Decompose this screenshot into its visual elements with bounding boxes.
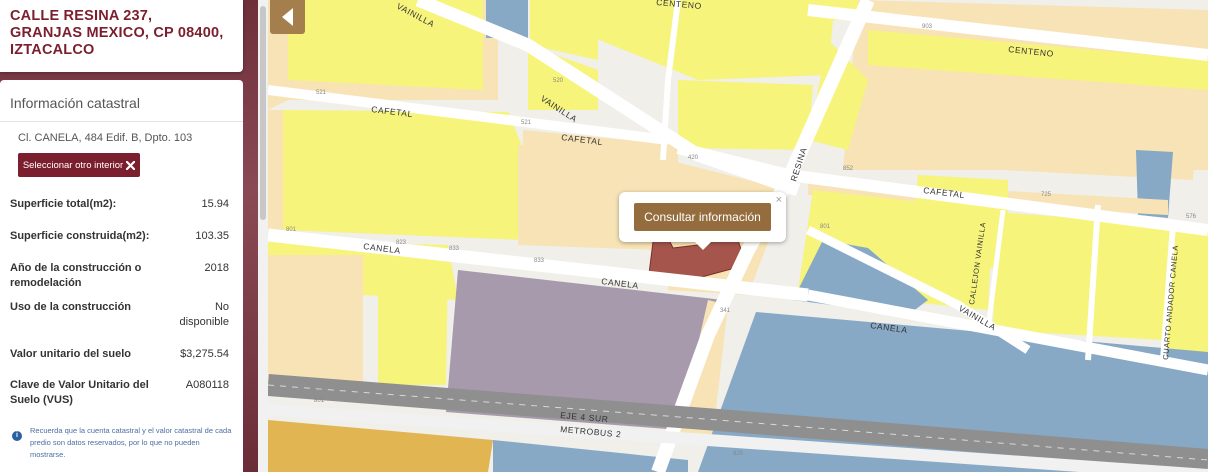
lot-number: 420: [688, 155, 699, 161]
info-icon: i: [12, 431, 22, 441]
privacy-note: i Recuerda que la cuenta catastral y el …: [12, 425, 232, 461]
lot-number: 833: [534, 258, 545, 264]
info-row-label: Año de la construcción o remodelación: [10, 262, 142, 289]
lot-number: 341: [720, 308, 731, 314]
info-row-value: 15.94: [201, 198, 229, 210]
map-popup: Consultar información ×: [619, 192, 786, 250]
address-card: CALLE RESINA 237, GRANJAS MEXICO, CP 084…: [0, 0, 243, 72]
info-row-value: $3,275.54: [180, 348, 229, 360]
block: [378, 262, 448, 385]
info-row-value: 103.35: [195, 230, 229, 242]
select-other-interior-label: Seleccionar otro interior: [22, 159, 124, 171]
collapse-panel-button[interactable]: [270, 0, 305, 34]
address-line-2: GRANJAS MEXICO, CP 08400,: [10, 25, 224, 41]
block: [268, 255, 363, 385]
lot-number: 801: [286, 227, 297, 233]
close-icon: [126, 160, 136, 170]
privacy-note-text: Recuerda que la cuenta catastral y el va…: [30, 426, 232, 459]
info-row-label: Uso de la construcción: [10, 301, 132, 313]
lot-number: 801: [314, 398, 325, 404]
info-row-value: 2018: [204, 262, 229, 274]
info-row-value: No disponible: [179, 301, 229, 328]
lot-number: 576: [1186, 214, 1197, 220]
block: [993, 212, 1168, 340]
panel-scrollbar-thumb[interactable]: [260, 6, 266, 220]
chevron-left-icon: [282, 8, 293, 26]
lot-number: 833: [449, 246, 460, 252]
block: [678, 80, 813, 150]
block: [283, 110, 528, 240]
panel-title: Información catastral: [0, 80, 243, 122]
lot-number: 521: [316, 90, 327, 96]
lot-number: 520: [553, 78, 564, 84]
info-row-value: A080118: [185, 379, 229, 391]
info-row-label: Valor unitario del suelo: [10, 348, 132, 360]
info-row-label: Superficie construida(m2):: [10, 230, 150, 242]
address-line-1: CALLE RESINA 237,: [10, 8, 153, 24]
select-other-interior-button[interactable]: Seleccionar otro interior: [18, 153, 140, 177]
consult-info-button[interactable]: Consultar información: [634, 203, 771, 231]
popup-close-icon[interactable]: ×: [776, 194, 782, 206]
lot-number: 725: [1041, 192, 1052, 198]
lot-number: 521: [521, 120, 532, 126]
address-line-3: IZTACALCO: [10, 42, 95, 58]
lot-number: 852: [843, 166, 854, 172]
block: [268, 110, 283, 240]
lot-number: 903: [922, 24, 933, 30]
lot-number: 801: [820, 224, 831, 230]
lot-number: 823: [396, 240, 407, 246]
app-root: { "address": { "line1": "CALLE RESINA 23…: [0, 0, 1208, 472]
info-row-label: Superficie total(m2):: [10, 198, 117, 210]
lot-number: 825: [733, 451, 744, 457]
info-row-label: Clave de Valor Unitario del Suelo (VUS): [10, 379, 149, 406]
interior-address: Cl. CANELA, 484 Edif. B, Dpto. 103: [18, 132, 193, 144]
